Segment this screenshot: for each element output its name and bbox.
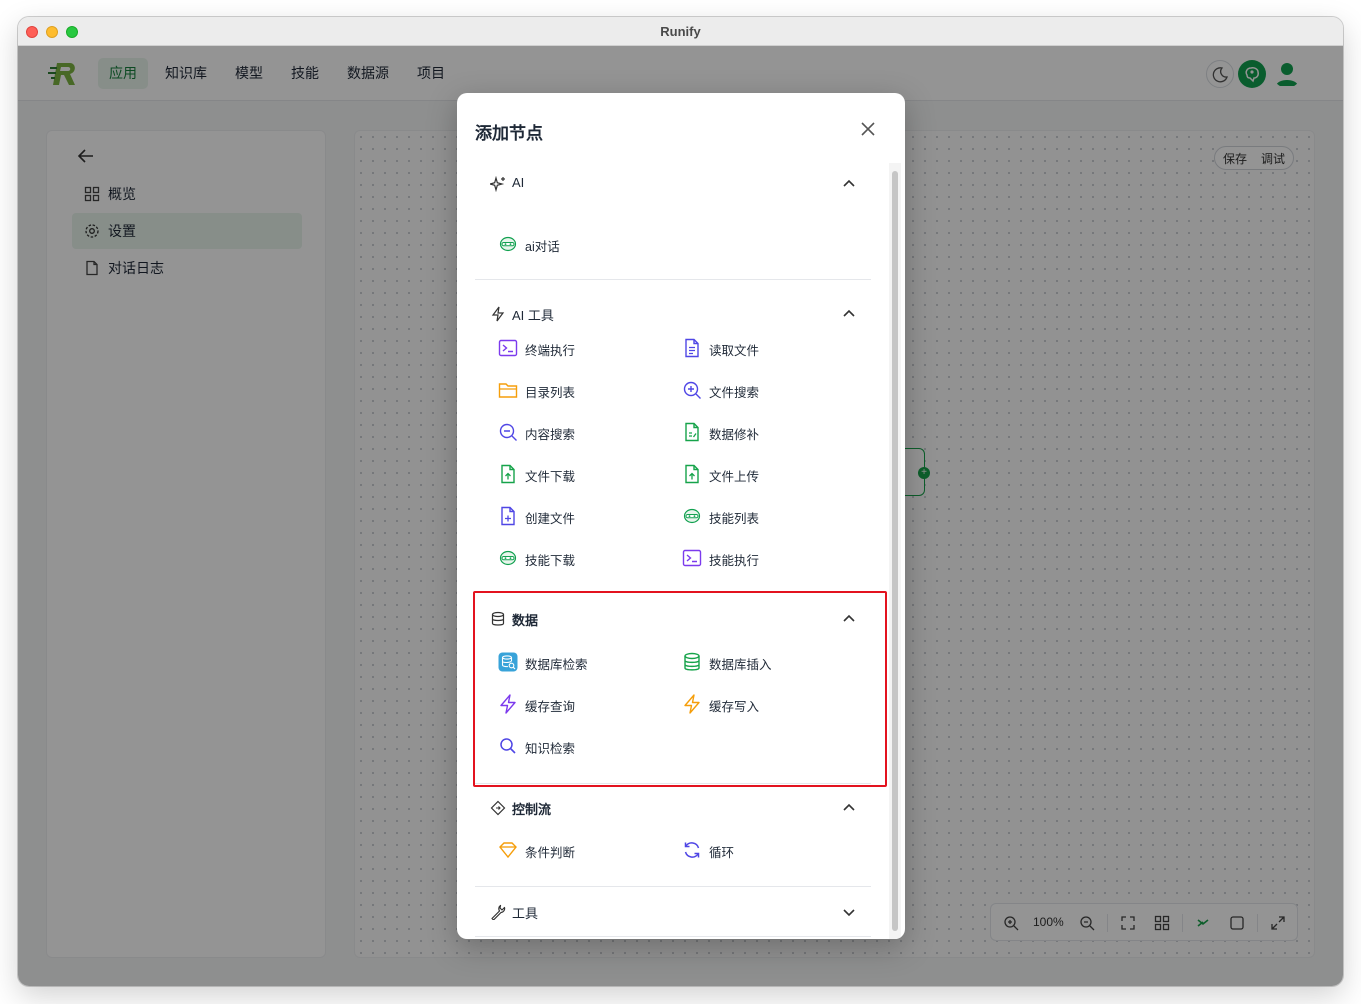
diamond-gem-icon <box>499 842 517 859</box>
node-list-directory[interactable]: 目录列表 <box>498 375 668 405</box>
section-label: 工具 <box>512 906 539 921</box>
robot-icon <box>499 236 517 252</box>
add-node-dialog: 添加节点 AI ai对话 AI 工具 终端执行 读取文件 目录列表 文件搜索 内… <box>457 93 905 939</box>
chevron-up-icon[interactable] <box>841 800 857 816</box>
node-label: 文件下载 <box>525 470 576 484</box>
section-tools-header[interactable]: 工具 <box>475 891 871 931</box>
node-skill-list[interactable]: 技能列表 <box>682 501 852 531</box>
node-file-download[interactable]: 文件下载 <box>498 459 668 489</box>
node-label: 终端执行 <box>525 344 576 358</box>
zoom-plus-icon <box>683 381 701 399</box>
node-label: 数据修补 <box>709 428 760 442</box>
file-edit-icon <box>685 422 699 442</box>
wrench-icon <box>491 904 506 920</box>
node-label: 技能列表 <box>709 512 760 526</box>
divider <box>475 936 871 937</box>
close-icon[interactable] <box>859 120 877 138</box>
section-label: AI <box>512 175 525 190</box>
robot-icon <box>683 508 701 524</box>
node-content-search[interactable]: 内容搜索 <box>498 417 668 447</box>
dialog-title: 添加节点 <box>475 124 543 143</box>
robot-icon <box>499 550 517 566</box>
node-terminal-exec[interactable]: 终端执行 <box>498 333 668 363</box>
node-ai-chat[interactable]: ai对话 <box>498 229 668 259</box>
node-create-file[interactable]: 创建文件 <box>498 501 668 531</box>
node-label: 技能执行 <box>709 554 760 568</box>
terminal-icon <box>682 549 702 567</box>
chevron-up-icon[interactable] <box>841 306 857 322</box>
terminal-icon <box>498 339 518 357</box>
chevron-down-icon[interactable] <box>841 904 857 920</box>
section-control-flow-header[interactable]: 控制流 <box>475 787 871 827</box>
zoom-minus-icon <box>499 423 517 441</box>
title-bar: Runify <box>18 17 1343 46</box>
section-label: 控制流 <box>512 802 552 817</box>
node-label: 目录列表 <box>525 386 576 400</box>
node-label: 循环 <box>709 846 735 860</box>
section-ai-header[interactable]: AI <box>475 163 871 203</box>
node-loop[interactable]: 循环 <box>682 835 852 865</box>
node-skill-exec[interactable]: 技能执行 <box>682 543 852 573</box>
node-file-search[interactable]: 文件搜索 <box>682 375 852 405</box>
node-label: 读取文件 <box>709 344 760 358</box>
window-title: Runify <box>660 24 701 39</box>
file-plus-icon <box>501 506 515 526</box>
node-skill-download[interactable]: 技能下载 <box>498 543 668 573</box>
section-ai-tools-header[interactable]: AI 工具 <box>475 267 871 323</box>
node-read-file[interactable]: 读取文件 <box>682 333 852 363</box>
section-label: AI 工具 <box>512 308 554 323</box>
sparkles-icon <box>490 176 505 192</box>
folder-icon <box>498 383 518 398</box>
node-label: 内容搜索 <box>525 428 576 442</box>
divider <box>475 886 871 887</box>
chevron-up-icon[interactable] <box>841 176 857 192</box>
node-label: ai对话 <box>525 240 560 254</box>
node-label: 创建文件 <box>525 512 576 526</box>
node-label: 技能下载 <box>525 554 576 568</box>
lightning-icon <box>491 306 505 322</box>
diamond-icon <box>490 800 506 816</box>
node-label: 文件上传 <box>709 470 760 484</box>
file-text-icon <box>685 338 699 358</box>
node-file-upload[interactable]: 文件上传 <box>682 459 852 489</box>
refresh-icon <box>684 842 700 858</box>
app-window: Runify 应用 知识库 模型 技能 数据源 项目 概览 设置 对话日志 保存… <box>18 17 1343 986</box>
node-data-patch[interactable]: 数据修补 <box>682 417 852 447</box>
scrollbar-thumb[interactable] <box>892 171 898 931</box>
node-label: 文件搜索 <box>709 386 760 400</box>
node-label: 条件判断 <box>525 846 576 860</box>
node-condition[interactable]: 条件判断 <box>498 835 668 865</box>
file-upload-icon <box>685 464 699 484</box>
file-upload-icon <box>501 464 515 484</box>
highlight-box <box>473 591 887 787</box>
